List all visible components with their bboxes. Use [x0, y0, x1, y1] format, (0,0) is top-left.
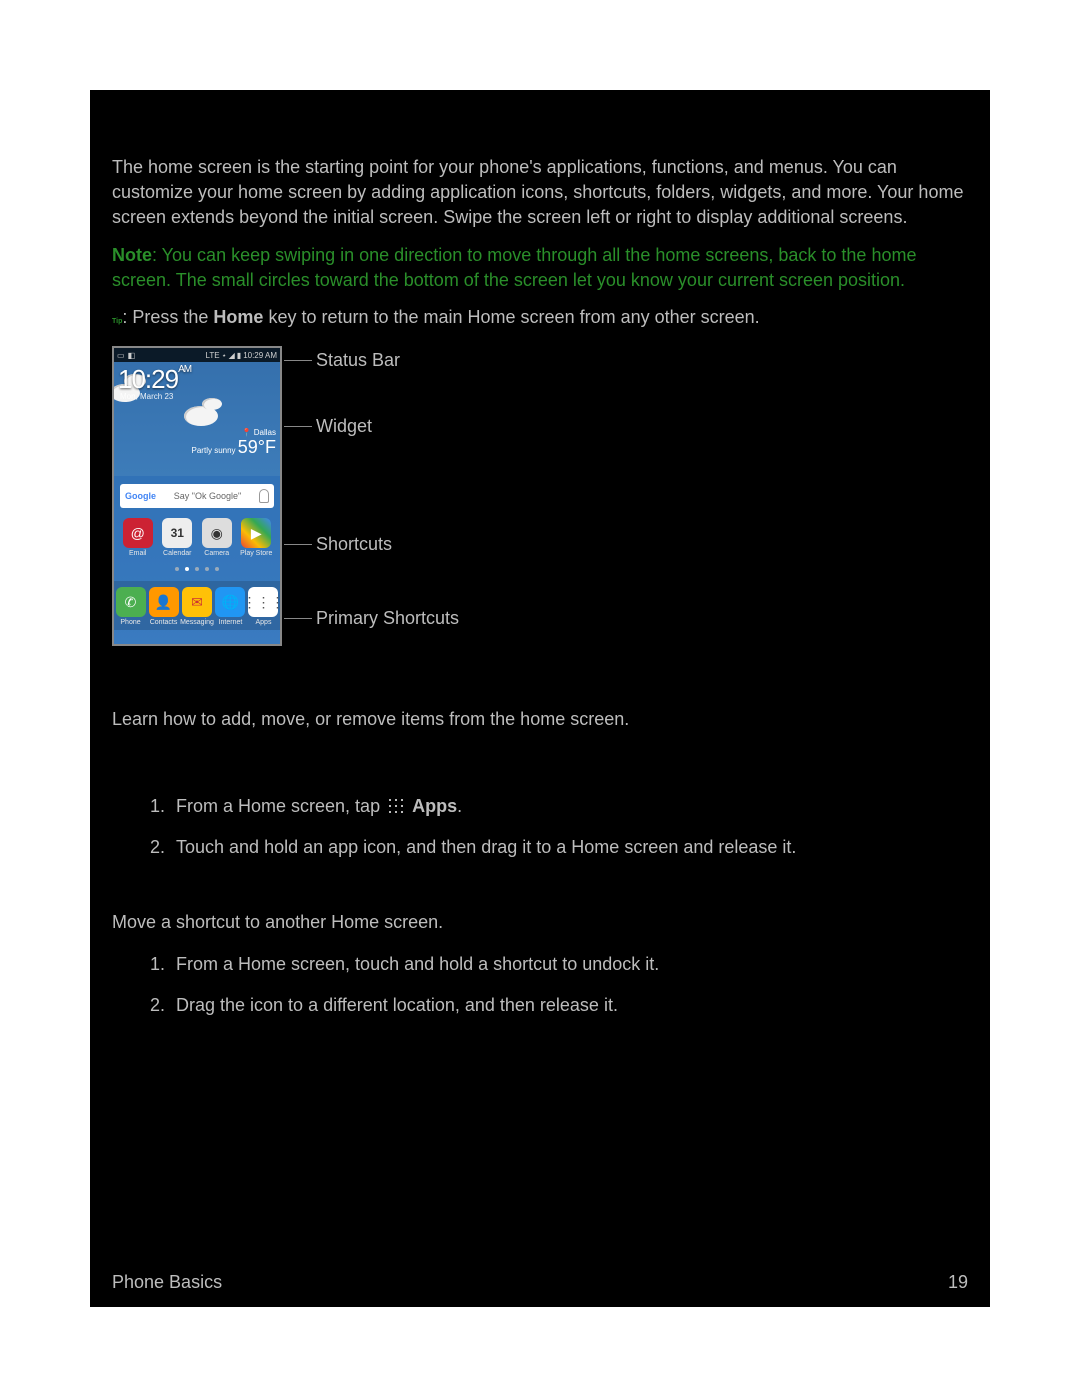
widget-clock: 10:29AM: [118, 364, 191, 395]
callout-label: Shortcuts: [316, 534, 392, 555]
step-text: From a Home screen, tap: [176, 796, 385, 816]
intro-paragraph: The home screen is the starting point fo…: [112, 155, 970, 231]
phone-icon: ✆: [116, 587, 146, 617]
page-footer: Phone Basics 19: [112, 1272, 968, 1293]
battery-icon: ▮: [237, 351, 241, 360]
manual-page: Home Screen The home screen is the start…: [90, 90, 990, 1307]
signal-icon: ◢: [229, 351, 235, 360]
step-item: Touch and hold an app icon, and then dra…: [170, 834, 970, 861]
app-label: Play Store: [240, 550, 272, 557]
note-paragraph: Note: You can keep swiping in one direct…: [112, 243, 970, 293]
status-clock: 10:29 AM: [243, 351, 277, 360]
h3-customize: Customize the Home Screen: [112, 680, 970, 703]
page-dot-active: [185, 567, 189, 571]
camera-icon: ◉: [202, 518, 232, 548]
primary-shortcut-dock: ✆ Phone 👤 Contacts ✉ Messaging 🌐 Internet ⋮⋮…: [114, 581, 280, 630]
clock-ampm: AM: [178, 364, 191, 375]
app-messaging: ✉ Messaging: [180, 587, 214, 626]
page-dot: [195, 567, 199, 571]
callout-status-bar: Status Bar: [284, 350, 400, 371]
move-subtext: Move a shortcut to another Home screen.: [112, 912, 970, 933]
h4-create-shortcuts: Create Shortcuts: [112, 754, 970, 775]
playstore-icon: ▶: [241, 518, 271, 548]
note-prefix: Note: [112, 245, 152, 265]
phone-status-bar: ▭ ◧ LTE ⋆ ◢ ▮ 10:29 AM: [114, 348, 280, 362]
tip-home-key: Home: [213, 307, 263, 327]
notif-icon: ▭: [117, 351, 125, 360]
footer-section: Phone Basics: [112, 1272, 222, 1293]
widget-date: Mon, March 23: [120, 392, 173, 401]
customize-subtext: Learn how to add, move, or remove items …: [112, 709, 970, 730]
widget-weather-clock: 10:29AM Mon, March 23 📍 Dallas Partly su…: [114, 362, 280, 476]
app-label: Calendar: [163, 550, 191, 557]
app-label: Phone: [120, 619, 140, 626]
create-shortcut-steps: From a Home screen, tap Apps. Touch and …: [170, 793, 970, 861]
callout-shortcuts: Shortcuts: [284, 534, 392, 555]
page-dot: [175, 567, 179, 571]
google-search-bar: Google Say "Ok Google": [120, 484, 274, 508]
h1-home-screen: Home Screen: [112, 115, 970, 147]
mic-icon: [259, 489, 269, 503]
weather-city: Dallas: [254, 428, 276, 437]
apps-grid-icon: [387, 797, 405, 815]
search-hint: Say "Ok Google": [174, 491, 241, 501]
contacts-icon: 👤: [149, 587, 179, 617]
app-label: Internet: [219, 619, 243, 626]
apps-label: Apps: [412, 796, 457, 816]
tip-text-b: key to return to the main Home screen fr…: [263, 307, 759, 327]
app-label: Camera: [204, 550, 229, 557]
page-indicator: [114, 567, 280, 571]
page-number: 19: [948, 1272, 968, 1293]
page-dot: [215, 567, 219, 571]
callout-label: Widget: [316, 416, 372, 437]
app-contacts: 👤 Contacts: [147, 587, 180, 626]
google-label: Google: [125, 491, 156, 501]
app-playstore: ▶ Play Store: [239, 518, 273, 557]
weather-cond: Partly sunny: [192, 446, 236, 455]
tip-text-a: : Press the: [122, 307, 213, 327]
move-shortcut-steps: From a Home screen, touch and hold a sho…: [170, 951, 970, 1019]
app-label: Contacts: [150, 619, 178, 626]
app-label: Email: [129, 550, 147, 557]
tip-prefix: Tip: [112, 318, 122, 325]
app-phone: ✆ Phone: [114, 587, 147, 626]
widget-weather: 📍 Dallas Partly sunny 59°F: [192, 428, 276, 458]
weather-temp: 59°F: [238, 437, 276, 457]
app-label: Apps: [255, 619, 271, 626]
app-label: Messaging: [180, 619, 214, 626]
step-item: From a Home screen, tap Apps.: [170, 793, 970, 820]
globe-icon: 🌐: [215, 587, 245, 617]
step-item: From a Home screen, touch and hold a sho…: [170, 951, 970, 978]
h4-move-shortcuts: Move Shortcuts: [112, 885, 970, 906]
network-label: LTE: [206, 351, 220, 360]
calendar-icon: 31: [162, 518, 192, 548]
page-dot: [205, 567, 209, 571]
step-item: Drag the icon to a different location, a…: [170, 992, 970, 1019]
callout-label: Status Bar: [316, 350, 400, 371]
shortcut-row: @ Email 31 Calendar ◉ Camera ▶ Play Store: [114, 518, 280, 557]
messaging-icon: ✉: [182, 587, 212, 617]
figure-home-screen: ▭ ◧ LTE ⋆ ◢ ▮ 10:29 AM: [112, 346, 970, 656]
note-body: : You can keep swiping in one direction …: [112, 245, 916, 290]
callout-widget: Widget: [284, 416, 372, 437]
cloud-icon: [202, 398, 222, 410]
clock-time: 10:29: [118, 364, 178, 394]
phone-mockup: ▭ ◧ LTE ⋆ ◢ ▮ 10:29 AM: [112, 346, 282, 646]
callout-primary-shortcuts: Primary Shortcuts: [284, 608, 459, 629]
app-camera: ◉ Camera: [200, 518, 234, 557]
notif-icon: ◧: [128, 351, 136, 360]
app-email: @ Email: [121, 518, 155, 557]
callout-label: Primary Shortcuts: [316, 608, 459, 629]
tip-paragraph: Tip: Press the Home key to return to the…: [112, 305, 970, 330]
email-icon: @: [123, 518, 153, 548]
wifi-icon: ⋆: [222, 351, 227, 360]
app-apps: ⋮⋮⋮ Apps: [247, 587, 280, 626]
app-calendar: 31 Calendar: [160, 518, 194, 557]
apps-grid-icon: ⋮⋮⋮: [248, 587, 278, 617]
step-text: .: [457, 796, 462, 816]
